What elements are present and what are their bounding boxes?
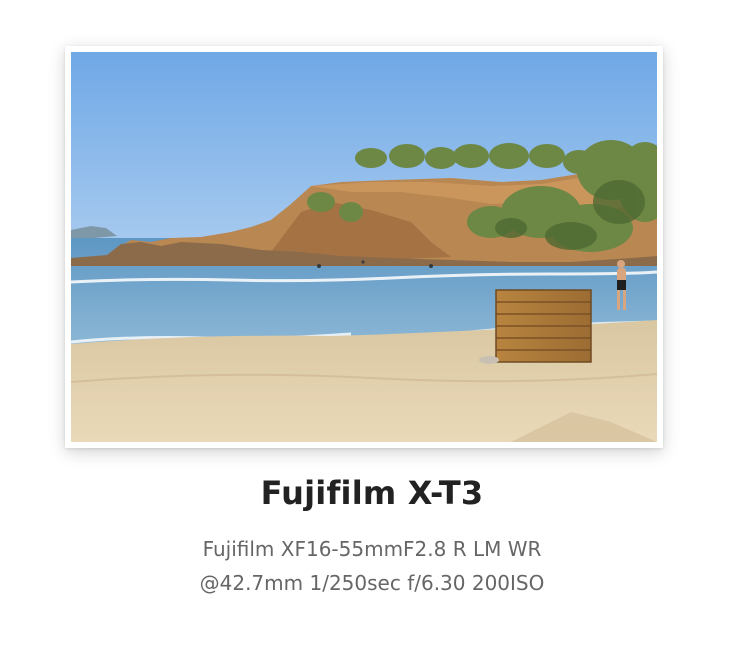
beach-photo[interactable] [71,52,657,442]
exposure-settings: @42.7mm 1/250sec f/6.30 200ISO [199,571,545,595]
photo-frame [65,46,663,448]
camera-model: Fujifilm X-T3 [260,474,484,512]
lens-name: Fujifilm XF16-55mmF2.8 R LM WR [202,537,542,561]
photo-card: Fujifilm X-T3 Fujifilm XF16-55mmF2.8 R L… [0,0,744,660]
